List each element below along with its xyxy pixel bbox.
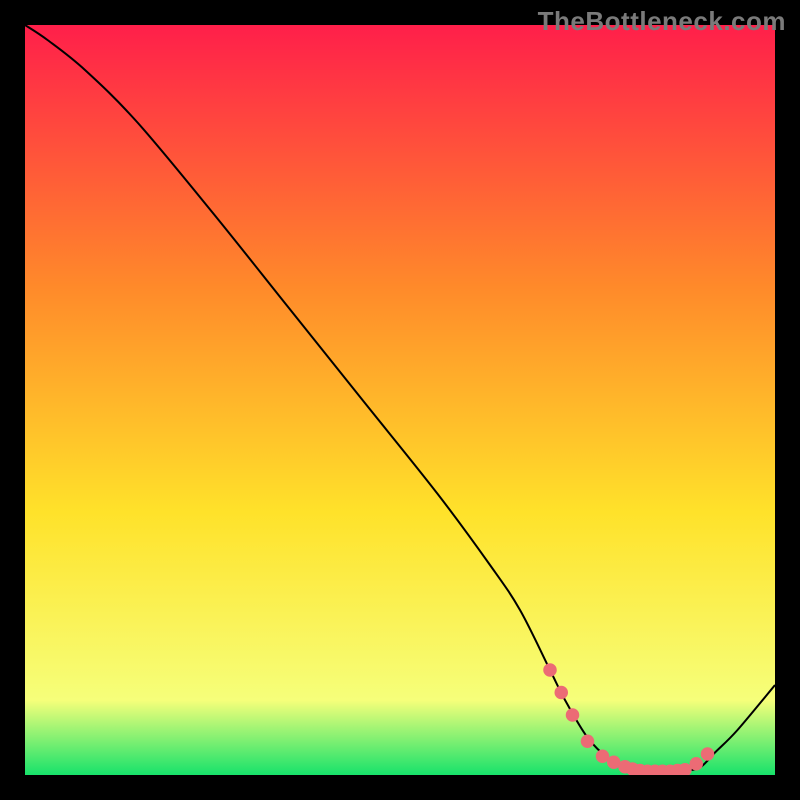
gradient-background (25, 25, 775, 775)
marker-dot (566, 708, 580, 722)
chart-frame: TheBottleneck.com (0, 0, 800, 800)
marker-dot (581, 735, 595, 749)
chart-svg (25, 25, 775, 775)
marker-dot (555, 686, 569, 700)
plot-area (25, 25, 775, 775)
marker-dot (690, 757, 704, 771)
watermark-text: TheBottleneck.com (538, 6, 786, 37)
marker-dot (543, 663, 557, 677)
marker-dot (701, 747, 715, 761)
